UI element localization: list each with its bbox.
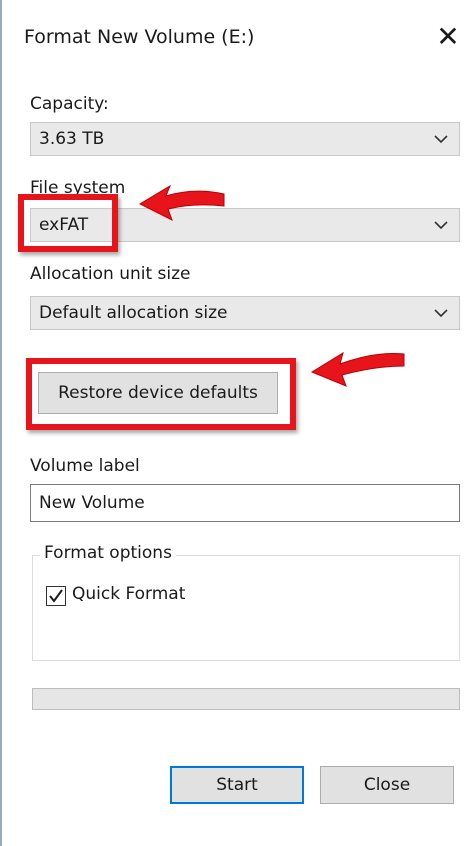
volume-label-value: New Volume [39, 493, 145, 513]
capacity-label: Capacity: [30, 94, 109, 114]
quick-format-label[interactable]: Quick Format [72, 584, 185, 604]
restore-button-highlight [26, 358, 296, 430]
chevron-down-icon [434, 221, 448, 230]
file-system-highlight [18, 194, 118, 252]
checkmark-icon [49, 589, 63, 603]
chevron-down-icon [434, 309, 448, 318]
allocation-dropdown[interactable]: Default allocation size [30, 296, 460, 330]
start-button[interactable]: Start [170, 766, 304, 804]
window-title: Format New Volume (E:) [24, 26, 255, 48]
red-arrow-icon [138, 184, 225, 222]
red-arrow-icon [310, 351, 405, 387]
format-progress-bar [32, 688, 460, 710]
format-dialog: Format New Volume (E:) ✕ Capacity: 3.63 … [0, 0, 473, 846]
volume-label-input[interactable]: New Volume [30, 484, 460, 522]
close-button[interactable]: Close [320, 766, 454, 804]
capacity-value: 3.63 TB [39, 129, 105, 149]
close-icon[interactable]: ✕ [426, 14, 470, 58]
quick-format-checkbox[interactable] [46, 586, 66, 606]
capacity-dropdown[interactable]: 3.63 TB [30, 122, 460, 156]
format-options-group [32, 555, 460, 661]
title-bar: Format New Volume (E:) ✕ [2, 0, 473, 76]
allocation-label: Allocation unit size [30, 264, 191, 284]
chevron-down-icon [434, 135, 448, 144]
format-options-legend: Format options [40, 543, 176, 563]
volume-label-label: Volume label [30, 456, 140, 476]
allocation-value: Default allocation size [39, 303, 228, 323]
